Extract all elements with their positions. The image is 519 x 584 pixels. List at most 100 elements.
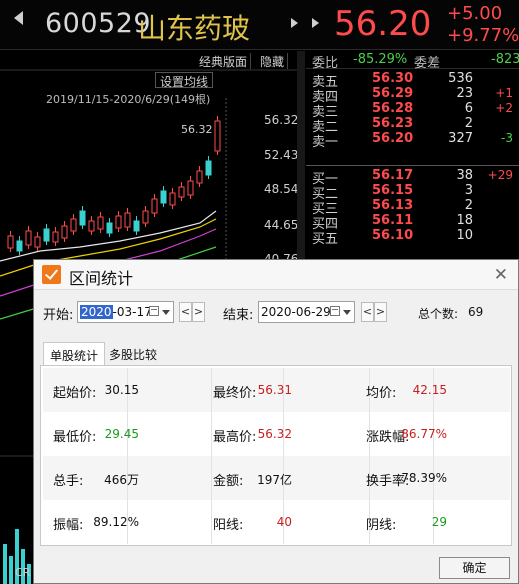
bids-price: 56.10 [372,228,414,243]
asks-change: +1 [495,86,513,100]
end-next-button[interactable]: > [374,302,387,322]
stock-name: 山东药玻 [138,12,251,45]
candle-body [151,198,158,214]
y-tick-label: 56.32 [264,113,299,127]
start-label: 开始: [43,308,74,323]
interval-stats-dialog: 区间统计 ✕ 开始: 2020-03-17 < > 结束: 2020-06-29… [33,259,519,584]
candle-body [88,220,95,232]
start-date-year: 2020 [80,305,113,319]
bids-volume: 38 [456,168,473,183]
asks-volume: 536 [448,71,473,86]
stat-value: 197亿 [257,473,292,487]
stats-row: 振幅: 89.12% 阳线: 40 阴线: 29 [43,500,510,544]
candle-body [133,220,140,232]
stat-value: 56.32 [257,427,292,441]
stock-code: 600529 [45,8,152,39]
high-price-marker: 56.32 [181,123,213,136]
asks-price: 56.29 [372,86,414,101]
dialog-titlebar[interactable]: 区间统计 ✕ [34,260,518,290]
stat-label: 最低价: [53,430,97,445]
weicha-value: -823 [491,52,519,67]
cell-divider [211,412,212,456]
stat-value: 86.77% [401,427,447,441]
ok-button[interactable]: 确定 [439,557,510,579]
y-tick-label: 52.43 [264,148,299,162]
start-prev-button[interactable]: < [179,302,192,322]
asks-row[interactable]: 卖一 56.20 327 -3 [306,131,519,150]
tab-multi-stock[interactable]: 多股比较 [103,342,163,365]
candle-body [70,218,77,232]
weibi-row: 委比 -85.29% 委差 -823 [306,51,519,71]
last-price: 56.20 [334,4,432,44]
asks-change: +2 [495,101,513,115]
ma-line-white [0,210,217,262]
stat-label: 振幅: [53,518,84,533]
asks-volume: 23 [456,86,473,101]
stat-label: 均价: [366,386,397,401]
stat-label: 起始价: [53,386,97,401]
stat-label: 最终价: [213,386,257,401]
prev-arrow-icon[interactable] [291,18,298,28]
candle-body [169,192,176,206]
book-divider [306,165,519,166]
stat-value: 89.12% [93,515,139,529]
price-change-abs: +5.00 [447,3,503,24]
candle-body [196,170,203,184]
asks-volume: 2 [464,116,473,131]
classic-layout-button[interactable]: 经典版面 [196,53,252,69]
end-prev-button[interactable]: < [361,302,374,322]
cell-divider [211,456,212,500]
asks-change: -3 [501,131,513,145]
weicha-label: 委差 [414,56,441,71]
price-change-pct: +9.77% [447,25,519,46]
stat-label: 阳线: [213,518,244,533]
hide-button[interactable]: 隐藏 [257,53,289,69]
candle-body [187,180,194,196]
asks-price: 56.23 [372,116,414,131]
candle-body [160,190,167,204]
candle-body [61,225,68,239]
end-date-value: 2020-06-29 [261,305,331,319]
candle-body [214,120,221,152]
stat-value: 40 [276,515,292,529]
cell-divider [211,368,212,412]
ma-settings-button[interactable]: 设置均线 [155,72,214,89]
candle-body [25,230,32,246]
tab-single-stock[interactable]: 单股统计 [43,342,106,366]
calendar-icon[interactable] [330,306,340,316]
stat-label: 最高价: [213,430,257,445]
order-book: 委比 -85.29% 委差 -823 卖五 56.30 536 卖四 56.29 23 +1… [306,51,519,261]
asks-volume: 327 [448,131,473,146]
stats-panel: 起始价: 30.15 最终价: 56.31 均价: 42.15 最低价: 29.45 最高价: 5… [40,365,512,546]
next-arrow-icon[interactable] [312,18,319,28]
candle-body [205,160,212,176]
stats-row: 最低价: 29.45 最高价: 56.32 涨跌幅: 86.77% [43,412,510,456]
chevron-down-icon[interactable] [162,310,170,315]
bids-price: 56.15 [372,183,414,198]
start-next-button[interactable]: > [192,302,205,322]
stat-value: 78.39% [401,471,447,485]
asks-price: 56.20 [372,131,414,146]
end-date-picker[interactable]: 2020-06-29 [258,301,355,323]
app-window: 600529 山东药玻 56.20 +5.00 +9.77% 经典版面 隐藏 设… [0,0,519,584]
total-count-label: 总个数: [418,307,459,321]
candle-body [79,210,86,226]
candle-body [34,236,41,248]
bids-row[interactable]: 买五 56.10 10 [306,228,519,247]
bids-change: +29 [487,168,513,182]
start-date-picker[interactable]: 2020-03-17 [77,301,174,323]
close-icon[interactable]: ✕ [494,265,508,285]
stat-label: 金额: [213,474,244,489]
prev-stock-icon[interactable] [14,11,23,25]
quote-header: 600529 山东药玻 56.20 +5.00 +9.77% [0,0,519,50]
stat-value: 30.15 [104,383,139,397]
bids-price: 56.11 [372,213,414,228]
candle-body [178,186,185,198]
y-tick-label: 44.65 [264,218,299,232]
chevron-down-icon[interactable] [343,310,351,315]
bids-price: 56.17 [372,168,414,183]
calendar-icon[interactable] [149,306,159,316]
asks-price: 56.28 [372,101,414,116]
bids-volume: 10 [456,228,473,243]
candle-body [16,240,23,252]
